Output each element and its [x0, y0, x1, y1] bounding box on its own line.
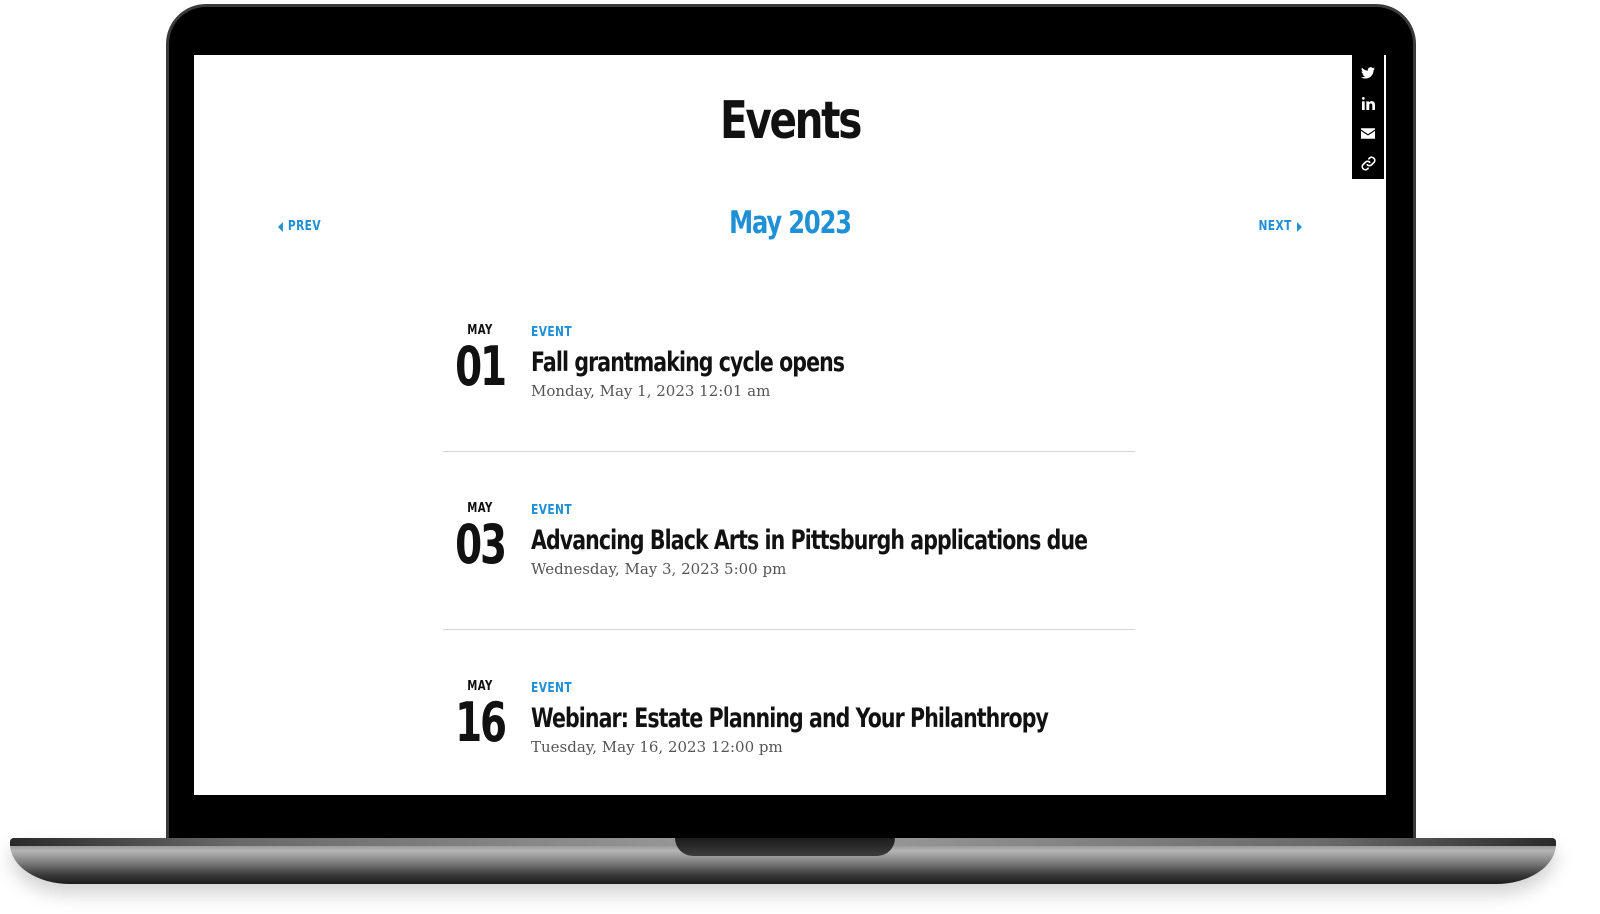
next-label: NEXT [1258, 219, 1293, 234]
event-title-link[interactable]: Fall grantmaking cycle opens [531, 347, 990, 378]
event-datetime: Monday, May 1, 2023 12:01 am [531, 382, 771, 400]
event-datetime: Tuesday, May 16, 2023 12:00 pm [531, 738, 783, 756]
page-title: Events [719, 91, 862, 151]
caret-right-icon [1297, 221, 1302, 232]
event-tag: EVENT [531, 503, 573, 518]
event-date: MAY 01 [443, 323, 517, 394]
event-body: EVENT Webinar: Estate Planning and Your … [531, 679, 1135, 756]
event-tag: EVENT [531, 325, 573, 340]
event-body: EVENT Advancing Black Arts in Pittsburgh… [531, 501, 1135, 578]
link-icon[interactable] [1352, 149, 1384, 179]
linkedin-icon[interactable] [1352, 88, 1384, 118]
event-item: MAY 16 EVENT Webinar: Estate Planning an… [443, 630, 1135, 795]
browser-screen: Events PREV May 2023 NEXT MAY 01 EVENT F… [194, 55, 1386, 795]
event-tag: EVENT [531, 681, 573, 696]
event-item: MAY 01 EVENT Fall grantmaking cycle open… [443, 274, 1135, 452]
event-date: MAY 16 [443, 679, 517, 750]
caret-left-icon [278, 221, 283, 232]
event-date-day: 03 [455, 513, 507, 576]
event-title-link[interactable]: Webinar: Estate Planning and Your Philan… [531, 703, 1049, 734]
event-date-day: 16 [455, 691, 507, 754]
next-month-link[interactable]: NEXT [1259, 219, 1302, 234]
current-month: May 2023 [729, 205, 852, 241]
event-title-link[interactable]: Advancing Black Arts in Pittsburgh appli… [531, 525, 1088, 556]
month-navigation: PREV May 2023 NEXT [194, 205, 1386, 249]
prev-month-link[interactable]: PREV [278, 219, 321, 234]
event-item: MAY 03 EVENT Advancing Black Arts in Pit… [443, 452, 1135, 630]
event-datetime: Wednesday, May 3, 2023 5:00 pm [531, 560, 787, 578]
event-list: MAY 01 EVENT Fall grantmaking cycle open… [443, 274, 1135, 795]
email-icon[interactable] [1352, 119, 1384, 149]
prev-label: PREV [287, 219, 322, 234]
share-toolbar [1352, 55, 1384, 179]
event-body: EVENT Fall grantmaking cycle opens Monda… [531, 323, 1135, 400]
laptop-notch [675, 838, 895, 856]
twitter-icon[interactable] [1352, 58, 1384, 88]
event-date: MAY 03 [443, 501, 517, 572]
event-date-day: 01 [455, 335, 507, 398]
